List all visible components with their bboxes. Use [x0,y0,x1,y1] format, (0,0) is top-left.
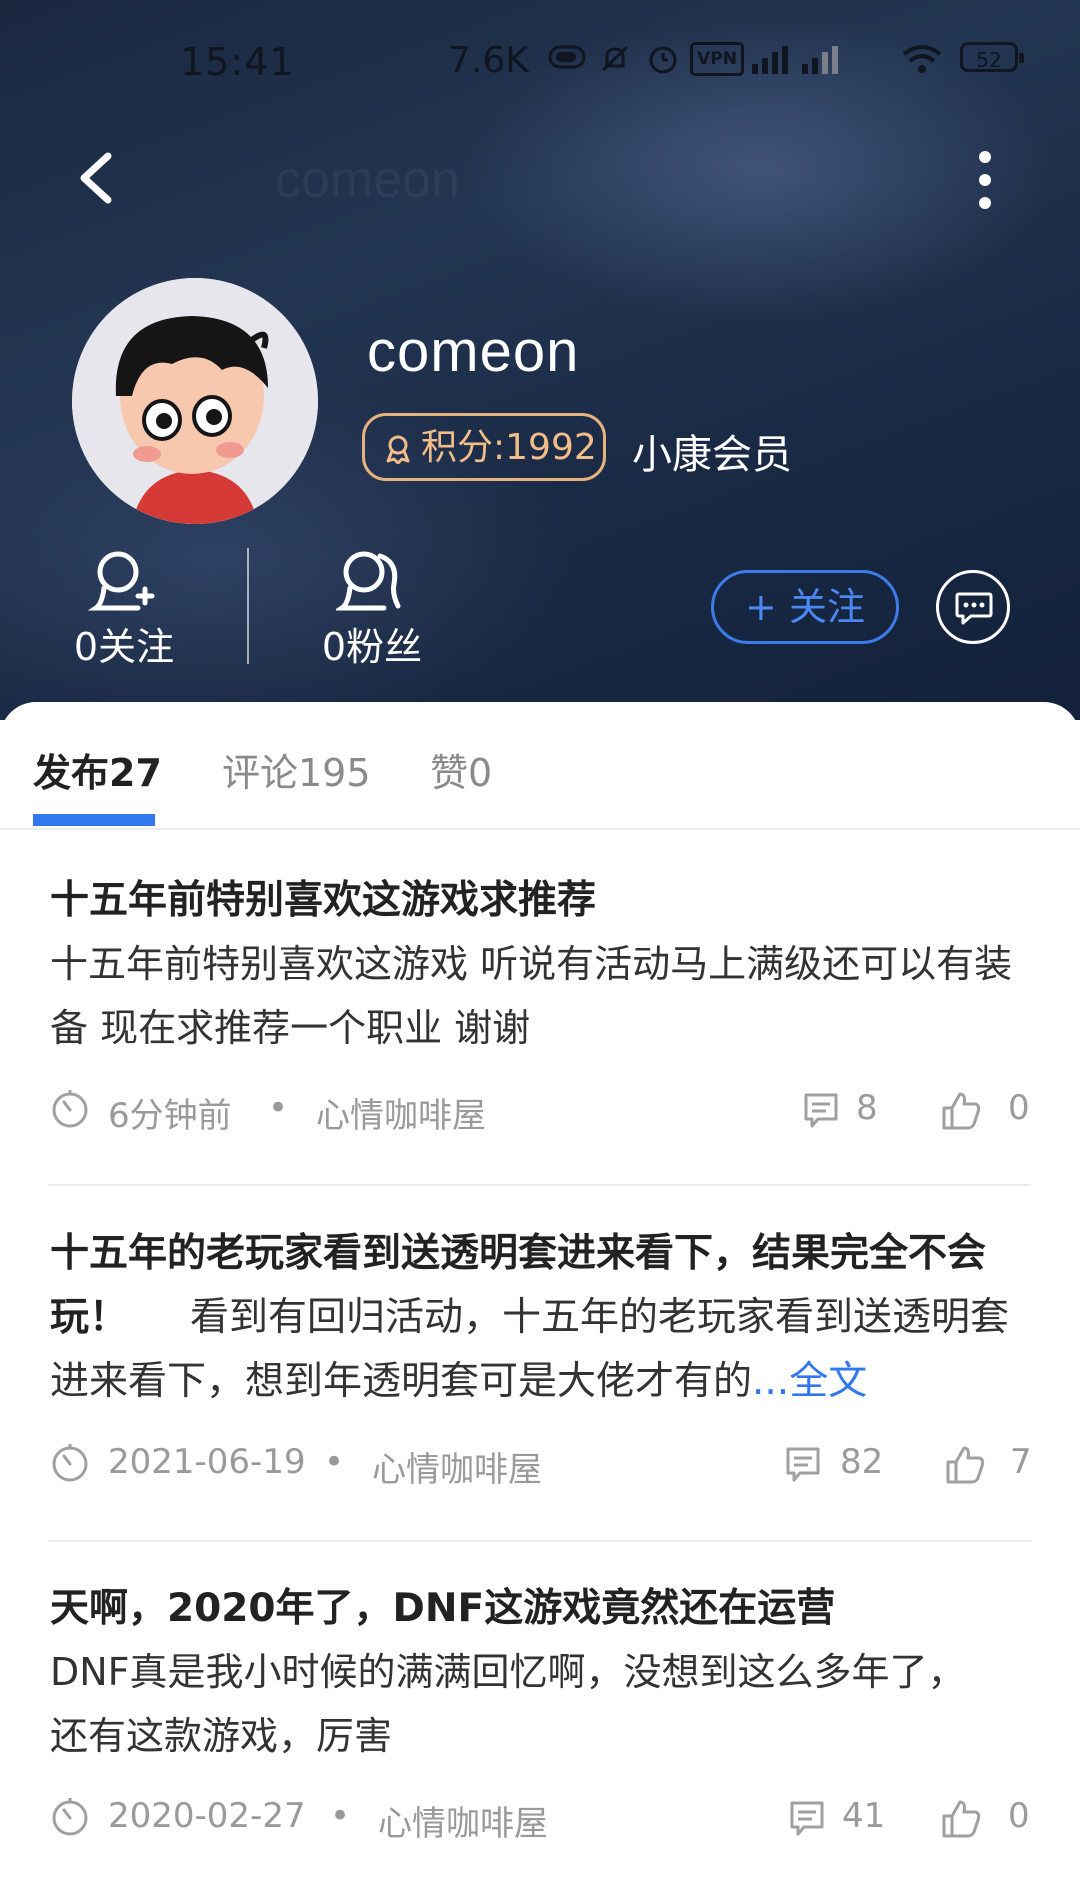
post-category[interactable]: 心情咖啡屋 [372,1442,542,1491]
more-vertical-icon [979,151,991,209]
points-label: 积分:1992 [421,427,597,468]
post-time: 2021-06-19 [108,1442,306,1482]
meta-separator: • [330,1796,351,1836]
vpn-label: VPN [690,42,744,76]
post-meta: 2020-02-27 • 心情咖啡屋 41 0 [50,1790,1032,1850]
status-time: 15:41 [180,40,295,84]
post-item[interactable]: 十五年的老玩家看到送透明套进来看下，结果完全不会玩！ 看到有回归活动，十五年的老… [50,1222,1032,1496]
post-divider [48,1540,1031,1542]
signal-icon-2 [798,42,842,80]
like-count: 7 [1010,1442,1032,1482]
post-body: DNF真是我小时候的满满回忆啊，没想到这么多年了，还有这款游戏，厉害 [50,1650,966,1758]
meta-separator: • [268,1088,289,1128]
content-panel: 发布27 评论195 赞0 十五年前特别喜欢这游戏求推荐 十五年前特别喜欢这游戏… [0,702,1080,1888]
tab-likes[interactable]: 赞0 [430,742,492,797]
tab-posts[interactable]: 发布27 [33,742,162,797]
clock-icon [52,1090,88,1128]
avatar[interactable] [72,278,318,524]
wifi-icon [900,42,944,80]
points-badge[interactable]: 积分:1992 [362,413,606,481]
tab-comments[interactable]: 评论195 [222,742,371,797]
chat-icon [955,592,993,625]
comment-count: 82 [840,1442,884,1482]
more-button[interactable] [970,145,1000,215]
like-count: 0 [1008,1796,1030,1836]
post-content: 十五年的老玩家看到送透明套进来看下，结果完全不会玩！ 看到有回归活动，十五年的老… [50,1222,1032,1414]
back-button[interactable] [70,148,130,208]
thumbs-up-icon[interactable] [940,1798,982,1838]
member-level[interactable]: 小康会员 [632,422,792,480]
comment-count: 41 [842,1796,886,1836]
medal-icon [386,435,410,464]
comment-icon [786,1447,820,1482]
post-item[interactable]: 十五年前特别喜欢这游戏求推荐 十五年前特别喜欢这游戏 听说有活动马上满级还可以有… [50,870,1032,1142]
comment-icon [790,1801,824,1836]
status-icons: VPN 52 [548,42,1028,82]
comment-count: 8 [856,1088,878,1128]
post-time: 2020-02-27 [108,1796,306,1836]
post-title: 天啊，2020年了，DNF这游戏竟然还在运营 [50,1586,836,1631]
battery-icon: 52 [960,42,1024,72]
signal-icon [748,42,792,80]
post-body: 十五年前特别喜欢这游戏 听说有活动马上满级还可以有装备 现在求推荐一个职业 谢谢 [50,942,1013,1050]
read-more-link[interactable]: ...全文 [752,1359,867,1404]
stat-divider [247,548,249,664]
tab-bar: 发布27 评论195 赞0 [0,702,1080,830]
message-button[interactable] [936,570,1010,644]
users-icon [336,551,401,611]
post-item[interactable]: 天啊，2020年了，DNF这游戏竟然还在运营 DNF真是我小时候的满满回忆啊，没… [50,1578,1032,1850]
thumbs-up-icon[interactable] [944,1444,986,1484]
alarm-icon [646,42,680,80]
like-count: 0 [1008,1088,1030,1128]
profile-header: 15:41 7.6K VPN 52 comeon comeon 积分:1992 … [0,0,1080,720]
post-time: 6分钟前 [108,1096,232,1136]
post-category[interactable]: 心情咖啡屋 [378,1796,548,1845]
follow-button[interactable]: + 关注 [711,570,899,644]
username: comeon [367,319,580,384]
thumbs-up-icon[interactable] [940,1090,982,1130]
nav-title: comeon [275,151,460,209]
tab-indicator [33,814,155,826]
meta-separator: • [324,1442,345,1482]
post-category[interactable]: 心情咖啡屋 [316,1088,486,1137]
user-add-icon [88,551,155,611]
comment-icon [804,1093,838,1128]
status-bar: 15:41 7.6K VPN 52 [0,0,1080,120]
avatar-image [72,278,318,524]
chevron-left-icon [80,152,112,204]
post-meta: 2021-06-19 • 心情咖啡屋 82 7 [50,1436,1032,1496]
post-meta: 6分钟前 • 心情咖啡屋 8 0 [50,1082,1032,1142]
mute-icon [598,42,632,80]
post-title: 十五年前特别喜欢这游戏求推荐 [50,878,597,923]
post-divider [48,1184,1031,1186]
clock-icon [52,1444,88,1482]
network-speed: 7.6K [448,40,529,81]
nav-bar: comeon [0,130,1080,230]
data-saver-icon [548,42,588,76]
followers-label: 0粉丝 [321,625,423,669]
clock-icon [52,1798,88,1836]
following-label: 0关注 [73,625,175,669]
